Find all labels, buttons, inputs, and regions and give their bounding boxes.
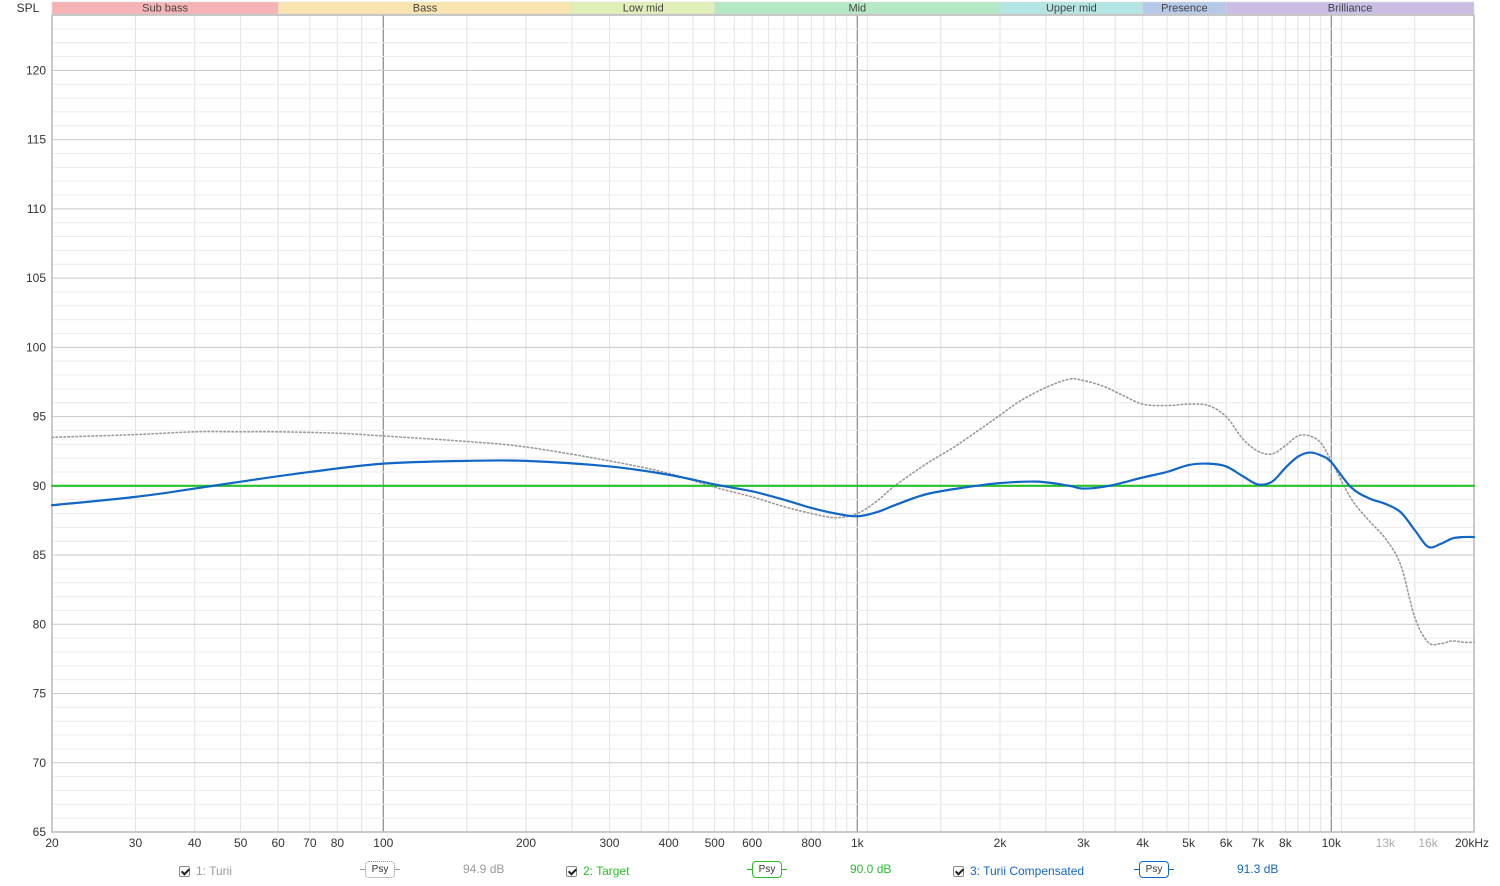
turii-compensated-checkbox[interactable] bbox=[953, 865, 964, 877]
band-label: Low mid bbox=[623, 3, 664, 15]
band-label: Presence bbox=[1161, 3, 1207, 15]
frequency-bands: Sub bass Bass Low mid Mid Upper mid Presence B… bbox=[51, 1, 1475, 15]
legend-item-target[interactable]: 2: Target bbox=[566, 860, 629, 882]
target-checkbox[interactable] bbox=[566, 865, 577, 877]
target-label: 2: Target bbox=[583, 864, 630, 878]
x-tick-label: 4k bbox=[1136, 836, 1150, 850]
x-tick-label: 500 bbox=[705, 836, 725, 850]
turii-compensated-label: 3: Turii Compensated bbox=[970, 864, 1085, 878]
turii-compensated-db-value: 91.3 dB bbox=[1237, 862, 1279, 876]
series-line-1 bbox=[51, 377, 1475, 646]
y-tick-label: 120 bbox=[26, 63, 46, 77]
legend-item-turii-compensated[interactable]: 3: Turii Compensated bbox=[953, 860, 1084, 882]
y-tick-label: 75 bbox=[33, 687, 47, 701]
x-tick-label: 3k bbox=[1077, 836, 1091, 850]
x-tick-label: 1k bbox=[851, 836, 865, 850]
turii-label: 1: Turii bbox=[196, 864, 233, 878]
turii-psy-button[interactable]: Psy bbox=[360, 861, 400, 878]
x-tick-label: 7k bbox=[1252, 836, 1266, 850]
x-tick-label: 6k bbox=[1220, 836, 1234, 850]
band-label: Sub bass bbox=[142, 3, 188, 15]
band-label: Mid bbox=[848, 3, 866, 15]
x-tick-label: 80 bbox=[331, 836, 345, 850]
legend-item-turii[interactable]: 1: Turii bbox=[179, 860, 232, 882]
frequency-response-chart: SPL Sub bass Bass Low mid Mid Upper mid Prese… bbox=[17, 1, 1489, 850]
target-db-value: 90.0 dB bbox=[850, 862, 892, 876]
y-axis-title: SPL bbox=[17, 1, 40, 15]
x-tick-label: 16k bbox=[1418, 836, 1438, 850]
y-tick-label: 115 bbox=[27, 133, 46, 147]
x-tick-label: 600 bbox=[742, 836, 762, 850]
x-axis: 20 30 40 50 60 70 80 100 200 300 400 500 600 800 1k 2k 3… bbox=[45, 836, 1489, 850]
turii-db-value: 94.9 dB bbox=[463, 862, 505, 876]
target-psy-button[interactable]: Psy bbox=[747, 861, 787, 878]
x-tick-label: 2k bbox=[994, 836, 1008, 850]
band-label: Brilliance bbox=[1328, 3, 1373, 15]
x-tick-label: 20kHz bbox=[1455, 836, 1489, 850]
x-tick-label: 60 bbox=[271, 836, 285, 850]
band-label: Upper mid bbox=[1046, 3, 1097, 15]
x-tick-label: 5k bbox=[1182, 836, 1196, 850]
x-tick-label: 8k bbox=[1279, 836, 1293, 850]
x-tick-label: 10k bbox=[1322, 836, 1342, 850]
turii-compensated-psy-button[interactable]: Psy bbox=[1134, 861, 1174, 878]
x-tick-label: 100 bbox=[373, 836, 393, 850]
y-axis: 65 70 75 80 85 90 95 100 105 110 115 120 bbox=[26, 63, 46, 839]
y-tick-label: 110 bbox=[27, 202, 46, 216]
series-layer bbox=[50, 377, 1476, 646]
x-tick-label: 40 bbox=[188, 836, 202, 850]
x-tick-label: 20 bbox=[45, 836, 59, 850]
x-tick-label: 13k bbox=[1376, 836, 1396, 850]
x-tick-label: 30 bbox=[129, 836, 143, 850]
y-tick-label: 70 bbox=[33, 756, 47, 770]
grid bbox=[51, 14, 1475, 833]
y-tick-label: 90 bbox=[33, 479, 47, 493]
x-tick-label: 70 bbox=[303, 836, 317, 850]
y-tick-label: 95 bbox=[33, 410, 47, 424]
x-tick-label: 300 bbox=[599, 836, 619, 850]
y-tick-label: 105 bbox=[26, 271, 46, 285]
plot-frame bbox=[51, 14, 1475, 833]
y-tick-label: 85 bbox=[33, 548, 47, 562]
x-tick-label: 400 bbox=[659, 836, 679, 850]
y-tick-label: 65 bbox=[33, 825, 47, 839]
turii-checkbox[interactable] bbox=[179, 865, 190, 877]
y-tick-label: 100 bbox=[26, 340, 46, 354]
band-label: Bass bbox=[413, 3, 438, 15]
y-tick-label: 80 bbox=[33, 617, 47, 631]
x-tick-label: 800 bbox=[801, 836, 821, 850]
x-tick-label: 50 bbox=[234, 836, 248, 850]
x-tick-label: 200 bbox=[516, 836, 536, 850]
